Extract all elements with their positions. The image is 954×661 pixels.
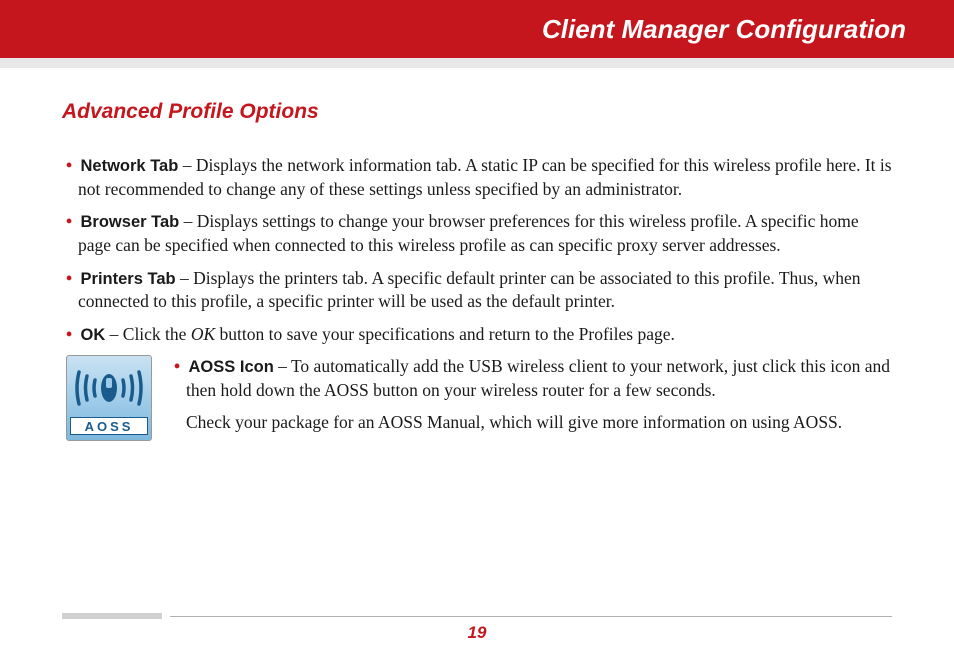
section-subtitle: Advanced Profile Options <box>62 100 892 124</box>
aoss-icon-label: AOSS <box>70 417 148 435</box>
aoss-signal-graphic <box>71 361 147 415</box>
bullet-label: OK <box>81 326 106 344</box>
ok-prefix: – Click the <box>105 324 191 344</box>
header-divider <box>0 58 954 68</box>
bullet-browser-tab: • Browser Tab – Displays settings to cha… <box>62 210 892 257</box>
bullet-dot-icon: • <box>66 268 72 288</box>
bullet-label: Network Tab <box>81 157 179 175</box>
footer-gray-segment <box>62 613 162 619</box>
header-bar: Client Manager Configuration <box>0 0 954 58</box>
bullet-text: – Displays the printers tab. A specific … <box>78 268 861 312</box>
aoss-row: AOSS • AOSS Icon – To automatically add … <box>62 355 892 441</box>
bullet-network-tab: • Network Tab – Displays the network inf… <box>62 154 892 201</box>
page-number: 19 <box>0 623 954 643</box>
bullet-label: Printers Tab <box>81 270 176 288</box>
bullet-dot-icon: • <box>66 211 72 231</box>
aoss-text: – To automatically add the USB wireless … <box>186 356 890 400</box>
footer-rule <box>62 613 892 619</box>
bullet-dot-icon: • <box>174 356 180 376</box>
ok-italic: OK <box>191 324 215 344</box>
bullet-printers-tab: • Printers Tab – Displays the printers t… <box>62 267 892 314</box>
content-area: Advanced Profile Options • Network Tab –… <box>0 68 954 441</box>
footer-thin-rule <box>170 616 892 617</box>
bullet-aoss-icon: • AOSS Icon – To automatically add the U… <box>170 355 892 402</box>
bullet-dot-icon: • <box>66 324 72 344</box>
aoss-followup-text: Check your package for an AOSS Manual, w… <box>170 411 892 435</box>
bullet-text: – Displays the network information tab. … <box>78 155 892 199</box>
bullet-label: Browser Tab <box>81 213 180 231</box>
bullet-dot-icon: • <box>66 155 72 175</box>
wifi-signal-icon <box>73 362 145 414</box>
bullet-text: – Displays settings to change your brows… <box>78 211 859 255</box>
ok-suffix: button to save your specifications and r… <box>215 324 675 344</box>
bullet-ok: • OK – Click the OK button to save your … <box>62 323 892 347</box>
aoss-icon: AOSS <box>66 355 152 441</box>
bullet-label: AOSS Icon <box>189 358 274 376</box>
aoss-text-block: • AOSS Icon – To automatically add the U… <box>170 355 892 441</box>
page-header-title: Client Manager Configuration <box>542 14 906 45</box>
